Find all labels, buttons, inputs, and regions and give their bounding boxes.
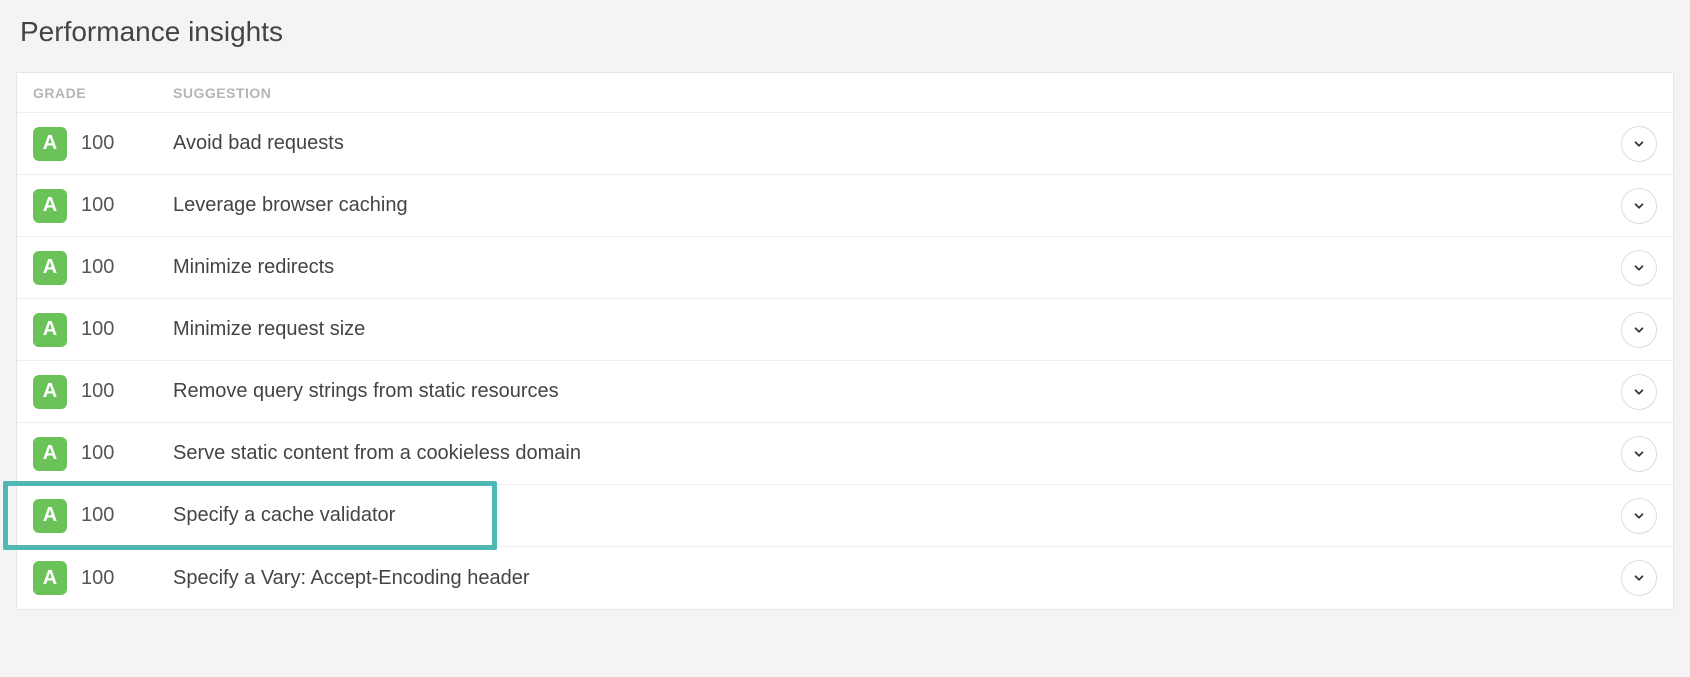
grade-cell: A 100 [33, 189, 173, 223]
expand-button[interactable] [1621, 498, 1657, 534]
insight-row[interactable]: A 100 Serve static content from a cookiele… [17, 423, 1673, 485]
insight-row[interactable]: A 100 Remove query strings from static res… [17, 361, 1673, 423]
header-grade: GRADE [33, 85, 173, 101]
suggestion-text: Minimize request size [173, 318, 1621, 341]
grade-score: 100 [81, 132, 114, 155]
grade-badge: A [33, 313, 67, 347]
chevron-down-icon [1632, 447, 1646, 461]
grade-score: 100 [81, 504, 114, 527]
suggestion-text: Remove query strings from static resourc… [173, 380, 1621, 403]
chevron-down-icon [1632, 137, 1646, 151]
grade-score: 100 [81, 442, 114, 465]
insights-header: GRADE SUGGESTION [17, 73, 1673, 113]
suggestion-text: Serve static content from a cookieless d… [173, 442, 1621, 465]
insight-row[interactable]: A 100 Leverage browser caching [17, 175, 1673, 237]
grade-cell: A 100 [33, 127, 173, 161]
grade-cell: A 100 [33, 437, 173, 471]
grade-score: 100 [81, 380, 114, 403]
insight-row[interactable]: A 100 Avoid bad requests [17, 113, 1673, 175]
expand-button[interactable] [1621, 126, 1657, 162]
chevron-down-icon [1632, 261, 1646, 275]
grade-badge: A [33, 561, 67, 595]
grade-score: 100 [81, 567, 114, 590]
expand-button[interactable] [1621, 436, 1657, 472]
grade-cell: A 100 [33, 251, 173, 285]
grade-cell: A 100 [33, 561, 173, 595]
suggestion-text: Avoid bad requests [173, 132, 1621, 155]
grade-cell: A 100 [33, 313, 173, 347]
page-title: Performance insights [20, 16, 1674, 48]
grade-badge: A [33, 189, 67, 223]
expand-button[interactable] [1621, 560, 1657, 596]
grade-score: 100 [81, 318, 114, 341]
chevron-down-icon [1632, 571, 1646, 585]
grade-badge: A [33, 499, 67, 533]
expand-button[interactable] [1621, 188, 1657, 224]
insight-row[interactable]: A 100 Specify a Vary: Accept-Encoding head… [17, 547, 1673, 609]
grade-badge: A [33, 127, 67, 161]
grade-cell: A 100 [33, 375, 173, 409]
grade-badge: A [33, 375, 67, 409]
insights-panel: GRADE SUGGESTION A100Avoid bad requestsA… [16, 72, 1674, 610]
grade-score: 100 [81, 194, 114, 217]
chevron-down-icon [1632, 385, 1646, 399]
expand-button[interactable] [1621, 250, 1657, 286]
header-suggestion: SUGGESTION [173, 85, 1657, 101]
grade-badge: A [33, 251, 67, 285]
insight-row[interactable]: A 100 Minimize redirects [17, 237, 1673, 299]
chevron-down-icon [1632, 509, 1646, 523]
expand-button[interactable] [1621, 374, 1657, 410]
suggestion-text: Specify a cache validator [173, 504, 1621, 527]
suggestion-text: Leverage browser caching [173, 194, 1621, 217]
grade-cell: A 100 [33, 499, 173, 533]
expand-button[interactable] [1621, 312, 1657, 348]
grade-badge: A [33, 437, 67, 471]
suggestion-text: Specify a Vary: Accept-Encoding header [173, 567, 1621, 590]
chevron-down-icon [1632, 199, 1646, 213]
insight-row[interactable]: A 100 Minimize request size [17, 299, 1673, 361]
chevron-down-icon [1632, 323, 1646, 337]
insight-row[interactable]: A 100 Specify a cache validator [17, 485, 1673, 547]
grade-score: 100 [81, 256, 114, 279]
suggestion-text: Minimize redirects [173, 256, 1621, 279]
